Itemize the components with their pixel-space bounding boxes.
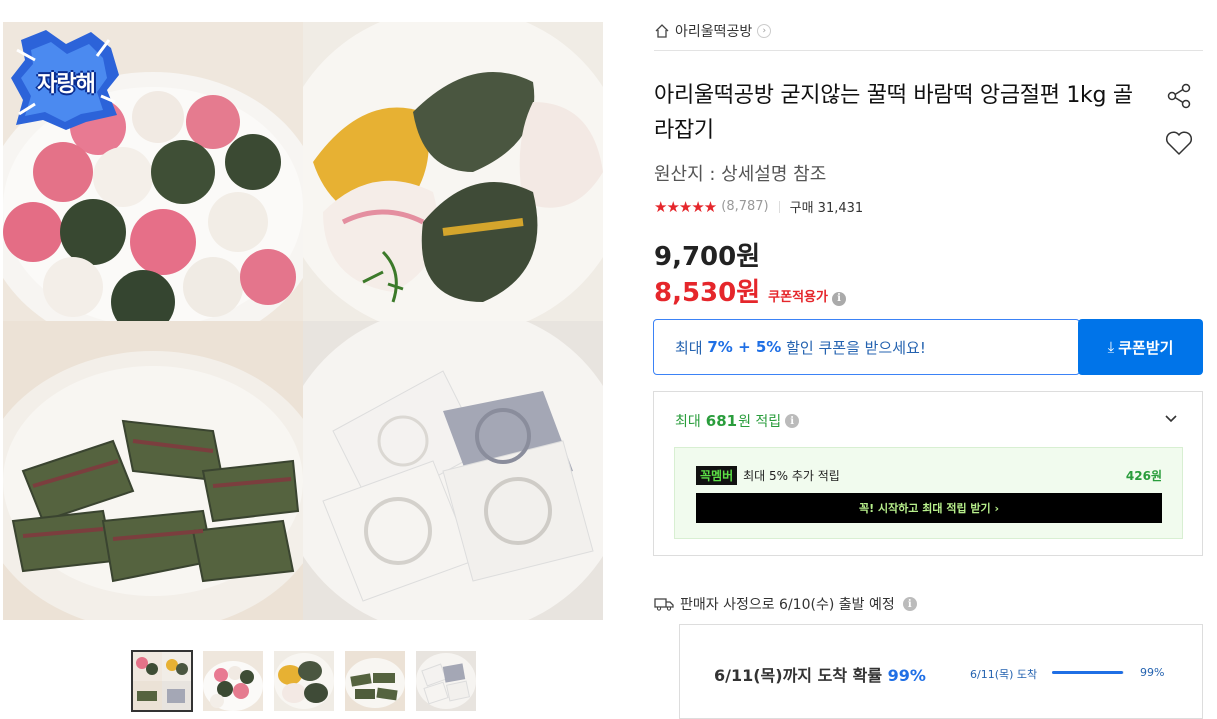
thumbnail-2[interactable] xyxy=(203,651,263,711)
divider xyxy=(778,200,780,213)
star-rating-icon: ★★★★★ xyxy=(654,197,717,216)
download-icon: ⤓ xyxy=(1107,338,1115,356)
arrival-date-label: 6/11(목) 도착 xyxy=(970,668,1038,681)
arrival-probability: 6/11(목)까지 도착 확률 99% xyxy=(714,662,926,686)
coupon-banner: 최대 7% + 5% 할인 쿠폰을 받으세요! xyxy=(653,319,1080,375)
info-icon[interactable]: i xyxy=(785,414,800,428)
badge-text: 자랑해 xyxy=(37,72,96,97)
membership-label: 꼭멤버 최대 5% 추가 적립 xyxy=(696,466,840,485)
chevron-right-icon: › xyxy=(757,24,772,38)
reward-prefix: 최대 xyxy=(675,414,701,430)
original-price: 9,700원 xyxy=(654,242,761,272)
coupon-price-label: 쿠폰적용가 xyxy=(768,290,828,305)
info-icon[interactable]: i xyxy=(902,597,917,611)
image-quadrant-ssuk-jeolpyeon xyxy=(3,321,303,620)
info-icon[interactable]: i xyxy=(831,291,846,306)
origin-info: 원산지 : 상세설명 참조 xyxy=(654,164,827,185)
arrival-percent: 99% xyxy=(887,666,926,685)
get-coupon-label: 쿠폰받기 xyxy=(1118,338,1174,357)
chevron-down-icon[interactable] xyxy=(1162,410,1180,428)
reward-panel: 최대 681 원 적립 i 꼭멤버 최대 5% 추가 적립 426원 꼭! 시작… xyxy=(653,391,1203,556)
membership-box: 꼭멤버 최대 5% 추가 적립 426원 꼭! 시작하고 최대 적립 받기 › xyxy=(674,447,1183,539)
review-count[interactable]: (8,787) xyxy=(721,199,768,214)
share-icon[interactable] xyxy=(1163,80,1195,112)
coupon-highlight: 7% + 5% xyxy=(707,338,782,356)
thumbnail-4[interactable] xyxy=(345,651,405,711)
store-link[interactable]: 아리울떡공방 › xyxy=(654,21,772,41)
reward-header: 최대 681 원 적립 i xyxy=(675,411,800,431)
thumbnail-3[interactable] xyxy=(274,651,334,711)
membership-logo: 꼭멤버 xyxy=(696,466,738,485)
divider xyxy=(654,50,1203,51)
arrival-prefix: 6/11(목)까지 도착 확률 xyxy=(714,666,888,685)
coupon-suffix: 할인 쿠폰을 받으세요! xyxy=(781,338,926,357)
purchase-count: 구매 31,431 xyxy=(789,201,864,216)
truck-icon xyxy=(654,597,680,611)
image-quadrant-jeolpyeon xyxy=(303,321,603,620)
thumbnail-5[interactable] xyxy=(416,651,476,711)
heart-icon[interactable] xyxy=(1163,127,1195,159)
coupon-prefix: 최대 xyxy=(675,338,708,357)
product-title: 아리울떡공방 굳지않는 꿀떡 바람떡 앙금절편 1kg 골라잡기 xyxy=(654,83,1133,143)
home-icon xyxy=(654,23,670,39)
arrival-progress-fill xyxy=(1052,671,1124,674)
membership-amount: 426원 xyxy=(1125,469,1162,483)
arrival-progress-percent: 99% xyxy=(1140,666,1165,679)
arrival-probability-box: 6/11(목)까지 도착 확률 99% 6/11(목) 도착 99% xyxy=(679,624,1203,719)
promo-badge: 자랑해 xyxy=(11,30,121,130)
shipping-notice: 판매자 사정으로 6/10(수) 출발 예정 i xyxy=(654,594,917,614)
sale-price-row: 8,530원 쿠폰적용가 i xyxy=(654,272,846,309)
reward-suffix: 원 적립 xyxy=(738,414,782,430)
membership-text: 최대 5% 추가 적립 xyxy=(743,469,840,483)
shipping-notice-text: 판매자 사정으로 6/10(수) 출발 예정 xyxy=(680,597,895,613)
reward-amount: 681 xyxy=(705,412,738,430)
store-name: 아리울떡공방 xyxy=(675,24,753,40)
membership-start-button[interactable]: 꼭! 시작하고 최대 적립 받기 › xyxy=(696,493,1162,523)
main-product-image[interactable]: 자랑해 xyxy=(3,22,603,620)
sale-price: 8,530원 xyxy=(654,278,761,308)
thumbnail-1[interactable] xyxy=(131,650,193,712)
rating-row[interactable]: ★★★★★ (8,787) 구매 31,431 xyxy=(654,197,864,217)
arrival-progress-bar xyxy=(1052,671,1124,674)
get-coupon-button[interactable]: ⤓ 쿠폰받기 xyxy=(1078,319,1203,375)
image-quadrant-baramtteok xyxy=(303,22,603,321)
